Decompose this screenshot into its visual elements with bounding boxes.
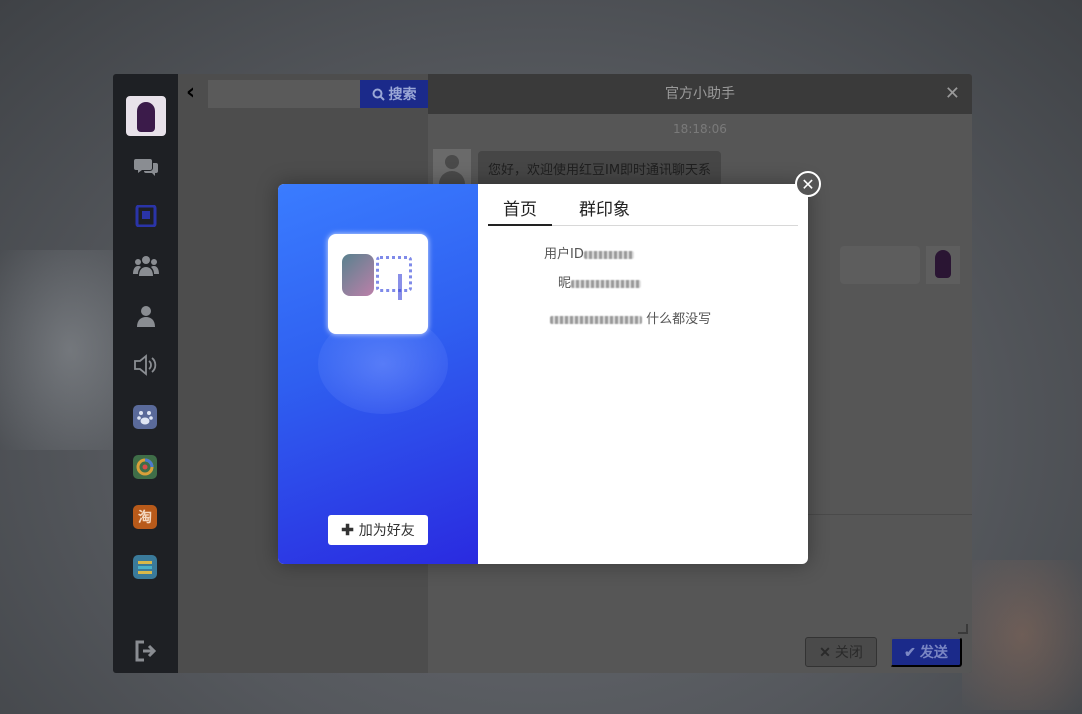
- masked-value: [571, 279, 642, 288]
- search-icon: [372, 88, 385, 101]
- resize-grip-icon[interactable]: [958, 624, 968, 634]
- nickname-label: 昵: [558, 276, 572, 291]
- taobao-app-icon[interactable]: 淘: [133, 505, 157, 529]
- self-message-bubble: [840, 246, 920, 284]
- message-bubble: 您好，欢迎使用红豆IM即时通讯聊天系: [478, 151, 722, 186]
- send-label: 发送: [919, 644, 948, 660]
- chat-header: 官方小助手 ✕: [428, 74, 972, 114]
- profile-modal: ✚ 加为好友 首页 群印象 用户ID 昵 什么都没写 ✕: [278, 171, 821, 564]
- plus-icon: ✚: [341, 522, 354, 539]
- nav-rail: 淘: [113, 74, 178, 673]
- close-chat-button[interactable]: ✕ 关闭: [805, 637, 877, 667]
- user-id-label: 用户ID: [544, 247, 584, 262]
- close-chat-label: 关闭: [834, 644, 863, 660]
- close-x-icon: ✕: [819, 643, 831, 660]
- message-timestamp: 18:18:06: [673, 122, 727, 136]
- profile-content: 首页 群印象 用户ID 昵 什么都没写: [478, 184, 808, 564]
- logout-icon[interactable]: [133, 638, 159, 664]
- my-avatar[interactable]: [126, 96, 166, 136]
- send-button[interactable]: ✔ 发送: [890, 637, 962, 667]
- speaker-icon[interactable]: [133, 352, 159, 378]
- check-icon: ✔: [904, 643, 916, 660]
- back-arrow-icon[interactable]: ‹: [186, 80, 195, 105]
- chat-icon[interactable]: [133, 154, 159, 180]
- nickname-row: 昵: [558, 272, 642, 291]
- tab-group-impression[interactable]: 群印象: [564, 198, 645, 224]
- baidu-app-icon[interactable]: [133, 405, 157, 429]
- assistant-avatar: [433, 149, 471, 187]
- search-input[interactable]: [208, 80, 360, 108]
- contacts-card-icon[interactable]: [133, 203, 159, 229]
- modal-close-icon[interactable]: ✕: [795, 171, 821, 197]
- search-button[interactable]: 搜索: [360, 80, 428, 108]
- profile-avatar: [328, 234, 428, 334]
- add-friend-button[interactable]: ✚ 加为好友: [328, 515, 428, 545]
- chat-title: 官方小助手: [665, 86, 735, 102]
- masked-value: [583, 250, 634, 259]
- tencent-news-app-icon[interactable]: [133, 455, 157, 479]
- background-blur: [962, 560, 1082, 710]
- signature-row: 什么都没写: [550, 308, 711, 327]
- add-friend-label: 加为好友: [358, 522, 415, 538]
- tab-home[interactable]: 首页: [488, 198, 552, 226]
- close-icon[interactable]: ✕: [945, 74, 960, 114]
- masked-value: [550, 315, 642, 324]
- profile-sidebar: ✚ 加为好友: [278, 184, 478, 564]
- search-button-label: 搜索: [388, 86, 417, 102]
- profile-tabs: 首页 群印象: [488, 198, 798, 226]
- user-icon[interactable]: [133, 303, 159, 329]
- self-avatar: [926, 246, 960, 284]
- user-id-row: 用户ID: [544, 243, 634, 262]
- list-app-icon[interactable]: [133, 555, 157, 579]
- group-icon[interactable]: [133, 252, 159, 278]
- signature-text: 什么都没写: [646, 312, 712, 327]
